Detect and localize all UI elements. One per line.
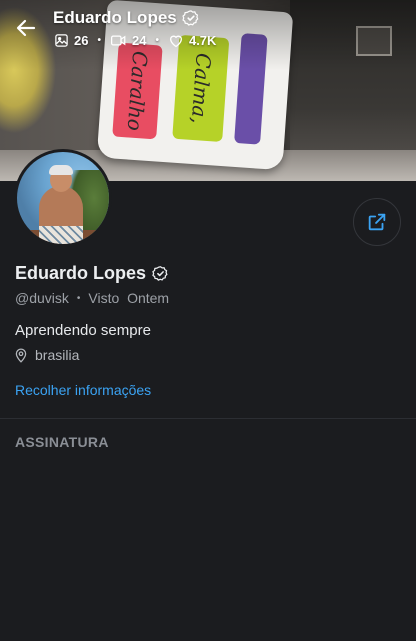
section-title-subscription: ASSINATURA [15,434,109,450]
location-text: brasilia [35,347,80,363]
share-button[interactable] [353,198,401,246]
stat-likes-count: 4.7K [188,33,217,48]
profile-location: brasilia [15,347,79,363]
divider [0,418,416,419]
heart-icon [169,35,182,48]
collapse-info-link[interactable]: Recolher informações [15,382,151,398]
stat-videos-count: 24 [131,33,147,48]
verified-icon [182,10,199,26]
stat-media: 26 [54,33,88,48]
header-title: Eduardo Lopes [53,8,200,28]
stat-media-count: 26 [74,33,89,48]
stat-likes: 4.7K [168,33,216,48]
video-icon [110,35,126,46]
arrow-left-icon [16,19,36,37]
avatar[interactable] [14,149,112,247]
username: @duvisk [15,290,69,306]
meta-separator: • [76,292,81,304]
profile-bio: Aprendendo sempre [15,322,151,339]
stat-separator: • [97,35,101,46]
location-pin-icon [15,348,27,363]
stat-separator: • [155,35,159,46]
profile-name: Eduardo Lopes [15,263,169,284]
profile-meta: @duvisk • Visto Ontem [15,290,169,306]
back-button[interactable] [14,16,38,40]
header-stats: 26 • 24 • 4.7K [54,33,216,48]
stat-videos: 24 [110,33,146,48]
verified-icon [152,266,168,281]
last-seen: Visto Ontem [88,290,170,306]
share-icon [368,213,386,231]
profile-name-text: Eduardo Lopes [15,263,147,283]
image-icon [55,34,68,47]
header-name: Eduardo Lopes [53,8,177,27]
